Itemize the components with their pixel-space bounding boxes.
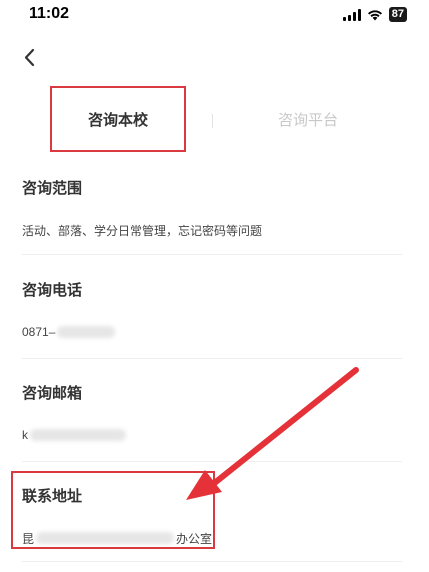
annotation-arrow-icon bbox=[186, 367, 359, 500]
